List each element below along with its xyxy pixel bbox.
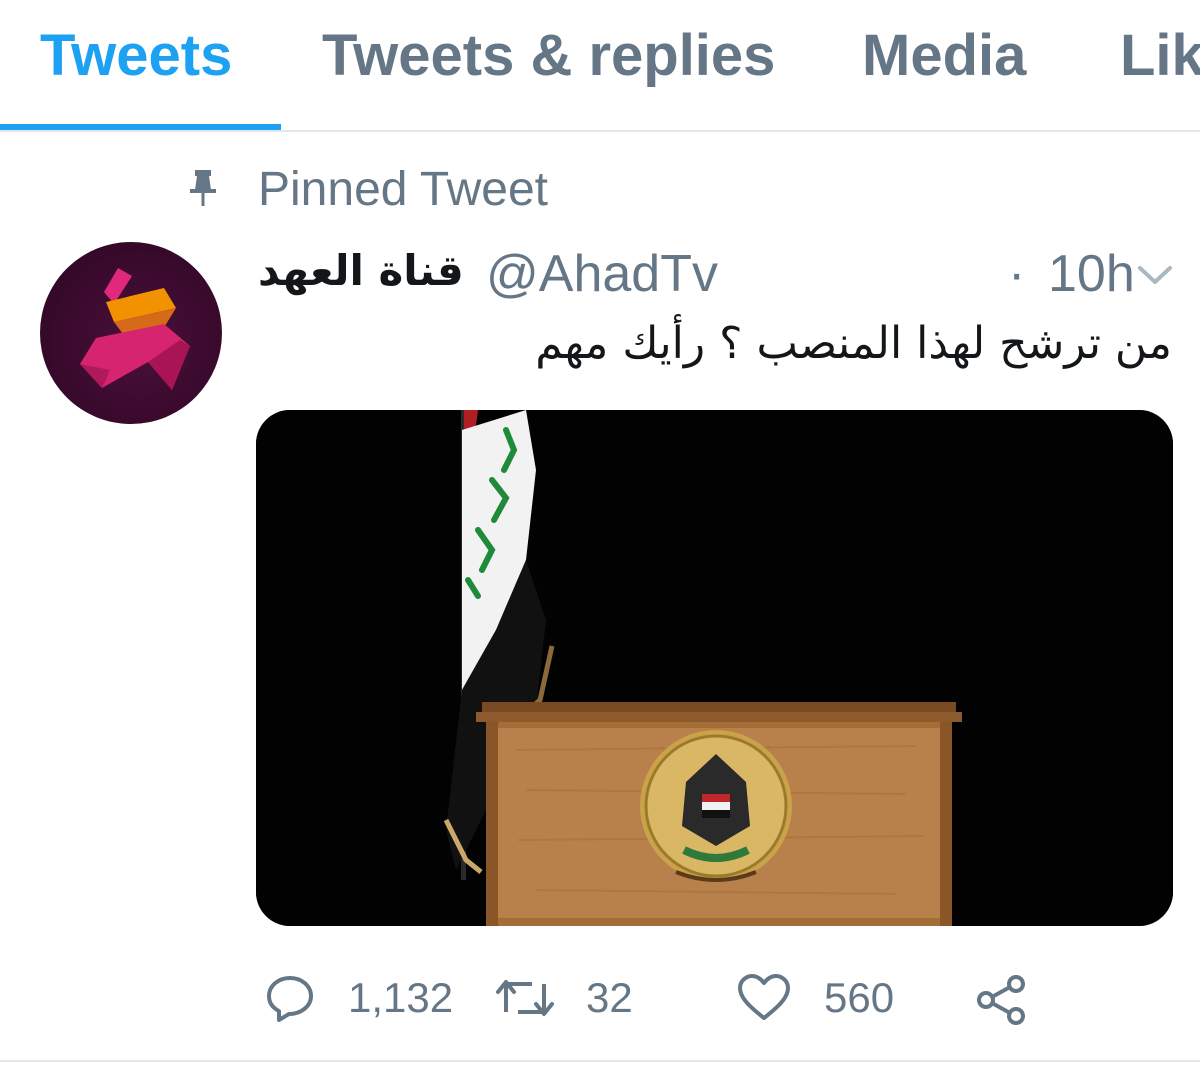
pin-icon xyxy=(186,168,220,208)
user-handle[interactable]: @AhadTv xyxy=(486,244,718,304)
like-button[interactable]: 560 xyxy=(736,968,916,1028)
reply-button[interactable]: 1,132 xyxy=(264,968,464,1028)
tab-tweets[interactable]: Tweets xyxy=(40,22,232,89)
active-tab-indicator xyxy=(0,124,281,130)
pinned-tweet-header: Pinned Tweet xyxy=(0,160,1200,220)
share-icon xyxy=(977,975,1025,1025)
divider xyxy=(0,1060,1200,1062)
reply-icon xyxy=(267,976,313,1022)
tweet-header: قناة العهد @AhadTv · 10h xyxy=(258,244,1158,304)
share-button[interactable] xyxy=(974,968,1030,1028)
tweet-media-image[interactable] xyxy=(256,410,1173,926)
tab-tweets-and-replies[interactable]: Tweets & replies xyxy=(322,22,775,89)
separator-dot: · xyxy=(1008,245,1026,303)
profile-tabs: Tweets Tweets & replies Media Lik xyxy=(0,0,1200,132)
tweet-text: من ترشح لهذا المنصب ؟ رأيك مهم xyxy=(535,318,1172,369)
avatar[interactable] xyxy=(40,242,222,424)
chevron-down-icon[interactable] xyxy=(1136,262,1174,288)
reply-count: 1,132 xyxy=(348,974,454,1021)
display-name[interactable]: قناة العهد xyxy=(258,246,464,295)
tab-media[interactable]: Media xyxy=(862,22,1026,89)
tweet-actions: 1,132 32 560 xyxy=(0,960,1200,1040)
retweet-button[interactable]: 32 xyxy=(494,968,654,1028)
tweet-timestamp[interactable]: 10h xyxy=(1048,244,1135,304)
pinned-tweet-label: Pinned Tweet xyxy=(258,163,548,216)
tab-likes[interactable]: Lik xyxy=(1120,22,1200,89)
heart-icon xyxy=(738,974,790,1020)
like-count: 560 xyxy=(824,974,895,1021)
retweet-count: 32 xyxy=(586,974,633,1021)
channel-logo xyxy=(80,268,190,390)
podium-photo xyxy=(256,410,1173,926)
retweet-icon xyxy=(496,980,554,1016)
